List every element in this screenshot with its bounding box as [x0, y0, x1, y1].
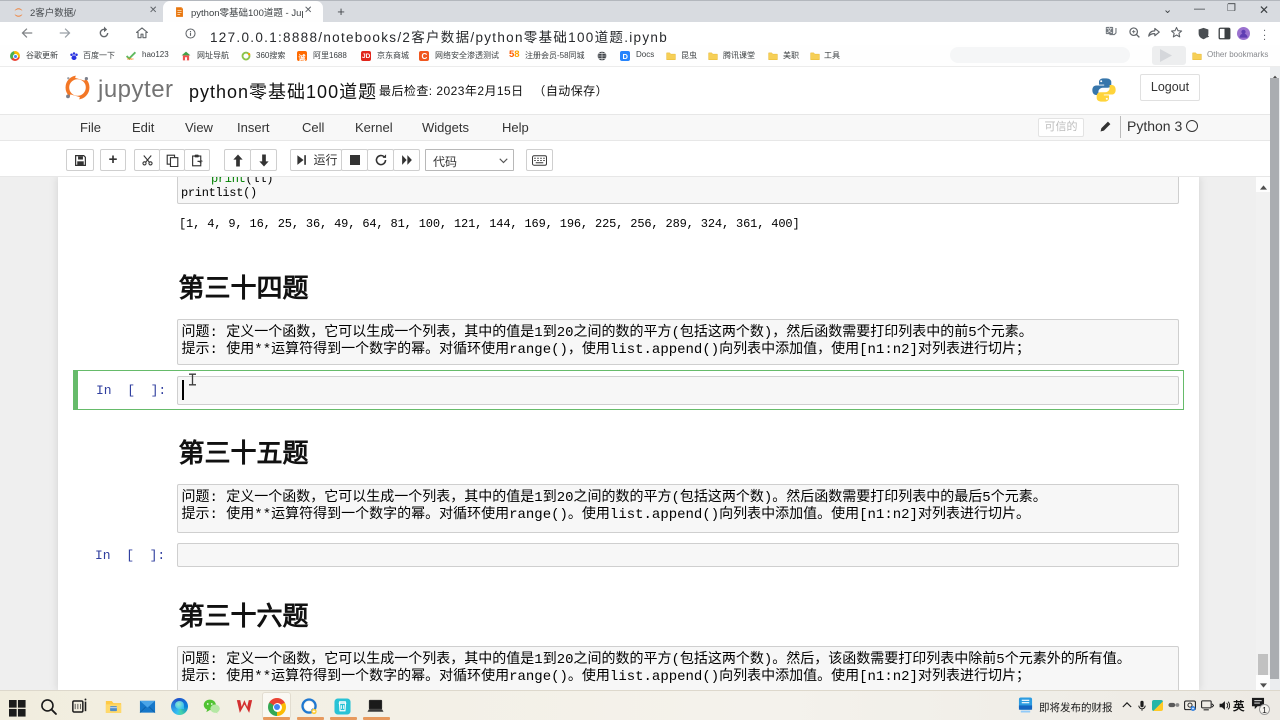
svg-text:文: 文	[1106, 27, 1112, 35]
svg-text:hao: hao	[127, 57, 133, 61]
